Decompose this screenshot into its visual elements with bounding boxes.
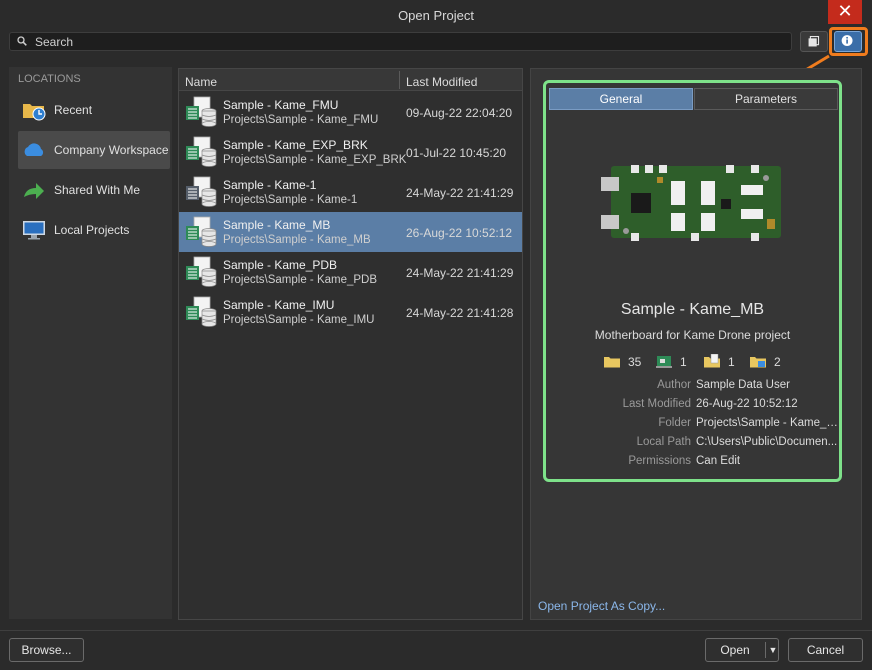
open-project-as-copy-link[interactable]: Open Project As Copy...	[538, 599, 665, 613]
location-company-workspace[interactable]: Company Workspace	[18, 131, 170, 169]
variant-folder-icon	[750, 357, 766, 368]
search-input[interactable]	[35, 34, 775, 49]
cancel-button[interactable]: Cancel	[788, 638, 863, 662]
pcb-thumbnail-image	[601, 165, 781, 241]
project-path: Projects\Sample - Kame_FMU	[223, 114, 379, 126]
location-label: Company Workspace	[54, 143, 169, 157]
open-button-divider	[765, 642, 766, 658]
project-row[interactable]: Sample - Kame_IMU Projects\Sample - Kame…	[179, 292, 522, 332]
project-row[interactable]: Sample - Kame_PDB Projects\Sample - Kame…	[179, 252, 522, 292]
toggle-view-button[interactable]	[800, 31, 828, 52]
selected-project-title: Sample - Kame_MB	[620, 301, 765, 318]
tab-parameters[interactable]: Parameters	[694, 88, 838, 110]
window-title: Open Project	[398, 8, 474, 23]
location-shared-with-me[interactable]: Shared With Me	[18, 171, 170, 209]
location-label: Shared With Me	[54, 183, 141, 197]
tab-general[interactable]: General	[549, 88, 693, 110]
output-doc-icon	[704, 354, 720, 368]
project-modified: 24-May-22 21:41:29	[406, 266, 514, 280]
selected-project-description: Motherboard for Kame Drone project	[594, 328, 791, 342]
details-card-highlight: General Parameters Sample - Kame_MB Moth…	[543, 80, 842, 482]
project-name: Sample - Kame_FMU	[223, 98, 339, 112]
column-divider[interactable]	[399, 71, 400, 89]
project-path: Projects\Sample - Kame_MB	[223, 234, 371, 246]
copy-pages-icon	[808, 35, 820, 47]
project-database-icon	[186, 296, 217, 327]
list-header: Name Last Modified	[179, 69, 522, 91]
column-header-name[interactable]: Name	[185, 75, 217, 89]
close-button[interactable]: ✕	[828, 0, 862, 24]
search-icon	[17, 36, 27, 46]
browse-button[interactable]: Browse...	[9, 638, 84, 662]
project-modified: 01-Jul-22 10:45:20	[406, 146, 507, 160]
property-author: Author Sample Data User	[657, 379, 790, 391]
location-label: Recent	[54, 103, 93, 117]
column-header-last-modified[interactable]: Last Modified	[406, 75, 477, 89]
project-database-icon	[186, 136, 217, 167]
project-path: Projects\Sample - Kame_EXP_BRK	[223, 154, 407, 166]
monitor-icon	[23, 221, 45, 240]
project-modified: 24-May-22 21:41:29	[406, 186, 514, 200]
project-name: Sample - Kame_PDB	[223, 258, 338, 272]
project-modified: 09-Aug-22 22:04:20	[406, 106, 513, 120]
project-path: Projects\Sample - Kame_IMU	[223, 314, 375, 326]
project-modified: 26-Aug-22 10:52:12	[406, 226, 513, 240]
footer-divider	[0, 630, 872, 631]
open-button[interactable]: Open ▼	[705, 638, 779, 662]
title-bar: Open Project ✕	[0, 0, 872, 30]
project-row-selected[interactable]: Sample - Kame_MB Projects\Sample - Kame_…	[179, 212, 522, 252]
property-folder: Folder Projects\Sample - Kame_MB	[658, 417, 839, 429]
search-box[interactable]	[9, 32, 792, 51]
project-row[interactable]: Sample - Kame_EXP_BRK Projects\Sample - …	[179, 132, 522, 172]
property-last-modified: Last Modified 26-Aug-22 10:52:12	[622, 398, 798, 410]
cloud-icon	[24, 143, 44, 156]
pcb-icon	[656, 356, 672, 368]
details-panel: General Parameters Sample - Kame_MB Moth…	[530, 68, 862, 620]
project-database-icon	[186, 96, 217, 127]
project-modified: 24-May-22 21:41:28	[406, 306, 514, 320]
project-database-icon	[186, 256, 217, 287]
project-row[interactable]: Sample - Kame-1 Projects\Sample - Kame-1…	[179, 172, 522, 212]
project-database-icon	[186, 176, 217, 207]
location-recent[interactable]: Recent	[18, 91, 170, 129]
project-name: Sample - Kame_MB	[223, 218, 331, 232]
project-database-icon	[186, 216, 217, 247]
chevron-down-icon[interactable]: ▼	[767, 639, 779, 661]
project-list-panel: Name Last Modified Sample - Kame_FMU Pro…	[178, 68, 523, 620]
property-permissions: Permissions Can Edit	[628, 455, 741, 467]
locations-panel: LOCATIONS Recent Company Workspace Share…	[9, 67, 172, 619]
folder-documents-icon	[604, 357, 620, 368]
project-name: Sample - Kame-1	[223, 178, 317, 192]
property-local-path: Local Path C:\Users\Public\Documen...	[636, 436, 838, 448]
project-path: Projects\Sample - Kame-1	[223, 194, 358, 206]
project-name: Sample - Kame_EXP_BRK	[223, 138, 368, 152]
project-name: Sample - Kame_IMU	[223, 298, 335, 312]
locations-header: LOCATIONS	[18, 73, 81, 85]
project-path: Projects\Sample - Kame_PDB	[223, 274, 378, 286]
open-button-label: Open	[720, 643, 750, 657]
location-label: Local Projects	[54, 223, 130, 237]
recent-folder-icon	[23, 104, 46, 121]
share-arrow-icon	[24, 183, 44, 199]
project-row[interactable]: Sample - Kame_FMU Projects\Sample - Kame…	[179, 92, 522, 132]
location-local-projects[interactable]: Local Projects	[18, 211, 170, 249]
